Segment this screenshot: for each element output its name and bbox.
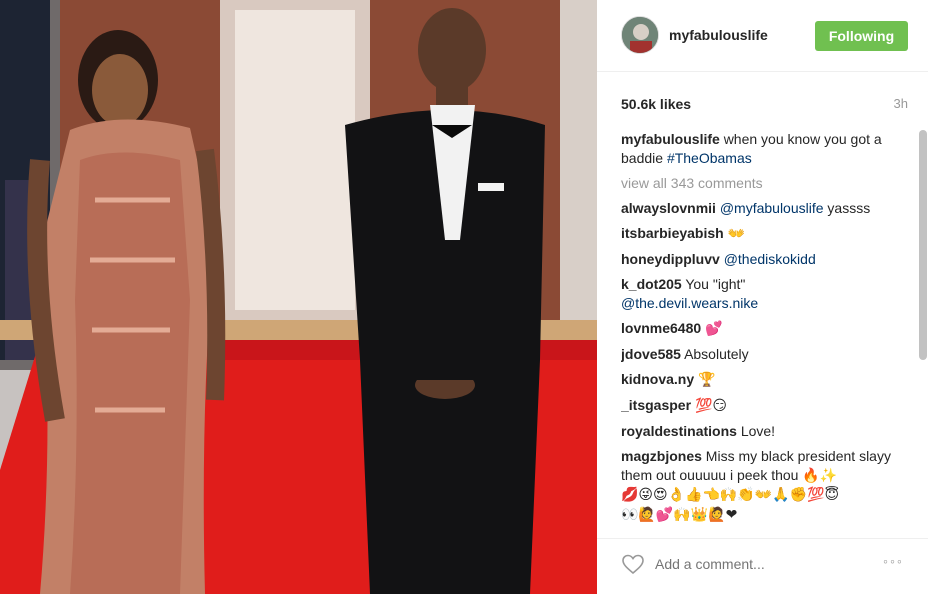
post-time[interactable]: 3h (894, 96, 908, 111)
list-item: honeydippluvv @thediskokidd (621, 250, 903, 269)
comments-list[interactable]: myfabulouslife when you know you got a b… (621, 130, 903, 530)
comment-emoji-line: 💋😜😍👌👍👈🙌👏👐🙏✊💯😇 (621, 487, 840, 503)
caption-username[interactable]: myfabulouslife (621, 131, 720, 147)
list-item: magzbjones Miss my black president slayy… (621, 447, 903, 525)
comment-username[interactable]: lovnme6480 (621, 320, 701, 336)
list-item: jdove585 Absolutely (621, 345, 903, 364)
post-header: myfabulouslife Following (597, 0, 928, 72)
comment-text: 💕 (705, 321, 723, 337)
comment-username[interactable]: itsbarbieyabish (621, 225, 724, 241)
view-all-comments-link[interactable]: view all 343 comments (621, 174, 903, 193)
comment-username[interactable]: kidnova.ny (621, 371, 694, 387)
heart-icon[interactable] (621, 553, 645, 575)
comment-text: 💯😏 (694, 398, 727, 414)
list-item: kidnova.ny 🏆 (621, 370, 903, 390)
post-details-panel: myfabulouslife Following 50.6k likes 3h … (597, 0, 928, 594)
avatar-image (622, 17, 658, 53)
likes-row: 50.6k likes 3h (621, 96, 908, 114)
list-item: k_dot205 You "ight" @the.devil.wears.nik… (621, 275, 903, 313)
comments-scrollbar[interactable] (919, 130, 927, 360)
comment-username[interactable]: royaldestinations (621, 423, 737, 439)
comment-text: 👐 (727, 226, 746, 242)
add-comment-input[interactable] (655, 553, 875, 575)
comment-username[interactable]: _itsgasper (621, 397, 691, 413)
comment-footer: ◦◦◦ (597, 538, 928, 594)
comment-username[interactable]: honeydippluvv (621, 251, 720, 267)
username[interactable]: myfabulouslife (669, 27, 768, 43)
list-item: _itsgasper 💯😏 (621, 396, 903, 416)
comment-text: Absolutely (684, 346, 749, 362)
list-item: alwayslovnmii @myfabulouslife yassss (621, 199, 903, 218)
comment-mention[interactable]: @thediskokidd (724, 251, 816, 267)
comment-username[interactable]: jdove585 (621, 346, 681, 362)
avatar[interactable] (621, 16, 659, 54)
comment-text: You "ight" (685, 276, 746, 292)
comment-text: yassss (823, 200, 871, 216)
following-button[interactable]: Following (815, 21, 908, 51)
caption-hashtag[interactable]: #TheObamas (667, 150, 752, 166)
comment-username[interactable]: magzbjones (621, 448, 702, 464)
likes-count[interactable]: 50.6k likes (621, 96, 691, 112)
list-item: royaldestinations Love! (621, 422, 903, 441)
list-item: lovnme6480 💕 (621, 319, 903, 339)
comment-emoji-line: 👀🙋💕🙌👑🙋❤ (621, 507, 738, 523)
comment-text: Love! (740, 423, 776, 439)
more-options-icon[interactable]: ◦◦◦ (883, 553, 904, 569)
comment-mention[interactable]: @myfabulouslife (720, 200, 824, 216)
comment-username[interactable]: k_dot205 (621, 276, 682, 292)
list-item: itsbarbieyabish 👐 (621, 224, 903, 244)
post-image (0, 0, 597, 594)
comment-text: 🏆 (698, 372, 716, 388)
post-photo[interactable] (0, 0, 597, 594)
comment-username[interactable]: alwayslovnmii (621, 200, 716, 216)
comment-mention[interactable]: @the.devil.wears.nike (621, 295, 758, 311)
caption: myfabulouslife when you know you got a b… (621, 130, 903, 168)
